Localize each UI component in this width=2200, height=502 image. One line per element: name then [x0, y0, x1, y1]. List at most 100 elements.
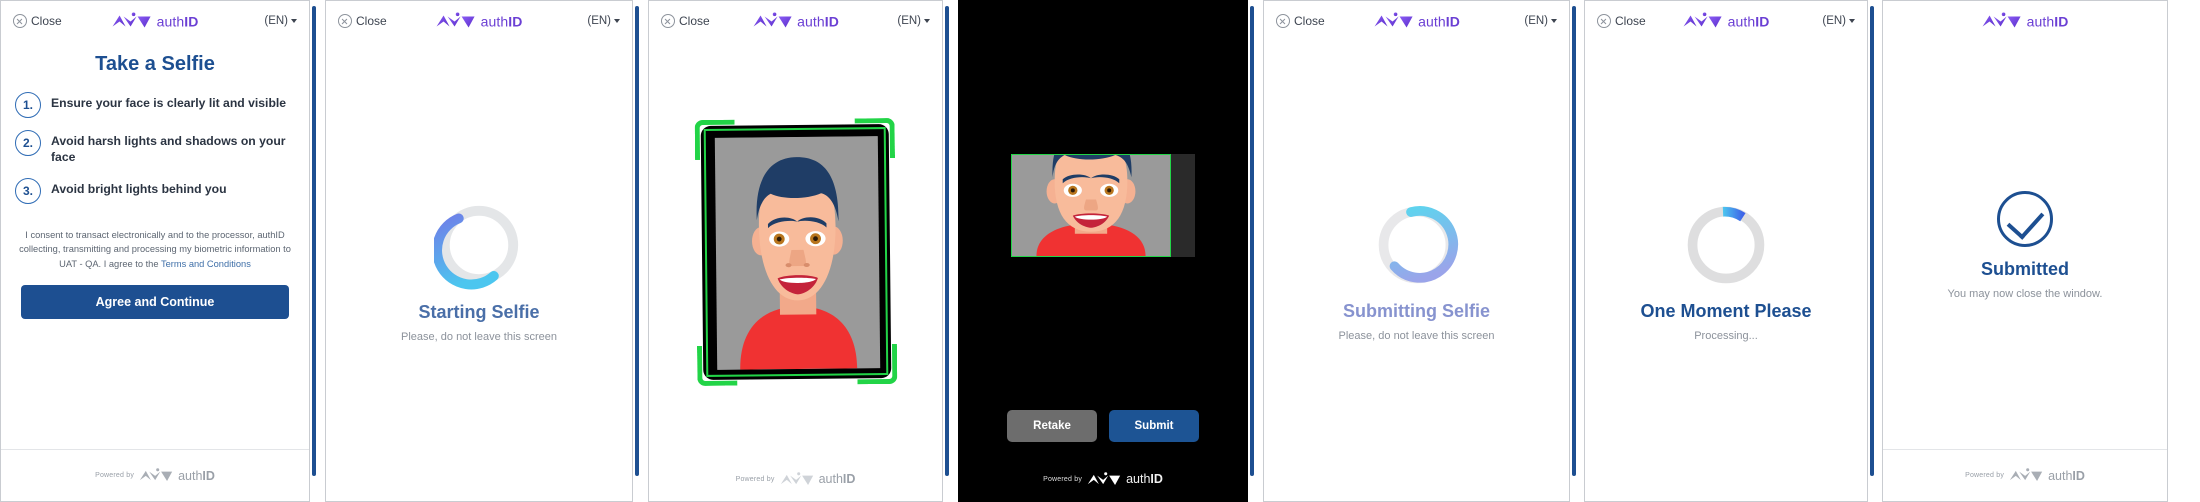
scrollbar[interactable]	[310, 0, 319, 502]
agree-and-continue-button[interactable]: Agree and Continue	[21, 285, 289, 320]
language-selector[interactable]: (EN)	[897, 15, 930, 27]
panel-instructions: Close authID (EN) Take a Selfie 1. Ensur…	[0, 0, 310, 502]
language-label: (EN)	[1524, 15, 1548, 27]
step-text: Avoid bright lights behind you	[51, 181, 227, 196]
scrollbar[interactable]	[943, 0, 952, 502]
loading-spinner	[434, 205, 519, 289]
authid-mark-icon	[1683, 12, 1722, 28]
language-selector[interactable]: (EN)	[1822, 15, 1855, 27]
language-selector[interactable]: (EN)	[1524, 15, 1557, 27]
circle-x-icon	[1597, 14, 1611, 28]
list-item: 2. Avoid harsh lights and shadows on you…	[15, 130, 295, 166]
step-text: Ensure your face is clearly lit and visi…	[51, 96, 287, 110]
panel-footer: Powered by authID	[1883, 449, 2167, 501]
authid-wordmark: authID	[1727, 13, 1770, 29]
close-button[interactable]: Close	[338, 14, 387, 28]
page-title: Take a Selfie	[95, 53, 215, 75]
screen-filmstrip: Close authID (EN) Take a Selfie 1. Ensur…	[0, 0, 2200, 502]
panel-review-photo: Retake Submit Powered by authID	[958, 0, 1248, 502]
close-label: Close	[356, 14, 387, 28]
status-title: Submitted	[1981, 258, 2069, 279]
authid-logo: authID	[112, 12, 199, 30]
authid-wordmark: authID	[818, 472, 856, 486]
panel-body: Submitting Selfie Please, do not leave t…	[1264, 41, 1569, 501]
chevron-down-icon	[1551, 19, 1557, 23]
status-title: One Moment Please	[1640, 300, 1812, 321]
circle-x-icon	[1276, 14, 1290, 28]
authid-mark-icon	[1374, 12, 1413, 28]
authid-wordmark: authID	[178, 468, 215, 483]
authid-wordmark: authID	[797, 13, 839, 29]
language-label: (EN)	[587, 15, 611, 27]
step-number: 1.	[15, 92, 41, 118]
close-label: Close	[679, 14, 710, 28]
close-label: Close	[1294, 14, 1325, 28]
list-item: 1. Ensure your face is clearly lit and v…	[15, 92, 295, 118]
panel-body: Starting Selfie Please, do not leave thi…	[326, 41, 632, 501]
powered-by-label: Powered by	[1965, 472, 2005, 479]
panel-submitted: authID Submitted You may now close the w…	[1882, 0, 2168, 502]
language-selector[interactable]: (EN)	[587, 15, 620, 27]
check-circle-icon	[1997, 190, 2053, 247]
authid-wordmark: authID	[1418, 13, 1460, 29]
circle-x-icon	[13, 14, 27, 28]
terms-link[interactable]: Terms and Conditions	[161, 259, 251, 269]
authid-mark-icon	[753, 12, 792, 28]
authid-wordmark: authID	[2048, 468, 2085, 483]
retake-button[interactable]: Retake	[1007, 410, 1097, 442]
scrollbar[interactable]	[633, 0, 642, 502]
scrollbar[interactable]	[1868, 0, 1877, 502]
close-button[interactable]: Close	[1276, 14, 1325, 28]
close-label: Close	[31, 14, 62, 28]
language-label: (EN)	[1822, 15, 1846, 27]
panel-body: Submitted You may now close the window.	[1883, 41, 2167, 449]
authid-logo: authID	[436, 12, 523, 30]
list-item: 3. Avoid bright lights behind you	[15, 177, 295, 204]
panel-footer: Powered by authID	[958, 456, 1248, 502]
authid-mark-icon	[139, 468, 173, 482]
close-button[interactable]: Close	[13, 14, 62, 28]
authid-mark-icon	[2009, 468, 2043, 482]
chevron-down-icon	[291, 19, 297, 23]
status-subtitle: Please, do not leave this screen	[1338, 329, 1495, 342]
panel-body: One Moment Please Processing...	[1585, 41, 1867, 501]
panel-body	[649, 41, 942, 457]
frame-corner-tr-icon	[854, 117, 895, 159]
scrollbar[interactable]	[1570, 0, 1579, 502]
panel-header: Close authID (EN)	[1, 1, 309, 41]
panel-submitting-selfie: Close authID (EN) Submitting Selfie Plea…	[1263, 0, 1570, 502]
instruction-list: 1. Ensure your face is clearly lit and v…	[15, 92, 295, 204]
loading-spinner	[1687, 206, 1765, 283]
panel-header: Close authID (EN)	[1264, 1, 1569, 41]
captured-photo	[1011, 153, 1195, 257]
close-button[interactable]: Close	[1597, 14, 1646, 28]
authid-wordmark: authID	[1126, 472, 1163, 486]
panel-starting-selfie: Close authID (EN) Starting Selfie Please…	[325, 0, 633, 502]
circle-x-icon	[338, 14, 352, 28]
camera-viewport	[694, 117, 897, 387]
circle-x-icon	[661, 14, 675, 28]
camera-feed	[714, 136, 880, 370]
step-number: 3.	[15, 177, 41, 204]
panel-footer: Powered by authID	[649, 457, 942, 501]
panel-header: authID	[1883, 1, 2167, 41]
chevron-down-icon	[924, 19, 930, 23]
panel-camera-capture: Close authID (EN) Powered by authID	[648, 0, 943, 502]
panel-header: Close authID (EN)	[326, 1, 632, 41]
authid-mark-icon	[1982, 12, 2021, 28]
close-button[interactable]: Close	[661, 14, 710, 28]
authid-mark-icon	[780, 471, 813, 485]
scrollbar[interactable]	[1248, 0, 1257, 502]
panel-footer: Powered by authID	[1, 449, 309, 501]
status-title: Starting Selfie	[418, 301, 540, 322]
step-number: 2.	[15, 130, 41, 156]
submit-button[interactable]: Submit	[1109, 410, 1199, 442]
powered-by-label: Powered by	[735, 475, 775, 483]
language-selector[interactable]: (EN)	[264, 15, 297, 27]
authid-mark-icon	[112, 12, 151, 28]
authid-wordmark: authID	[156, 13, 199, 29]
authid-logo: authID	[1373, 12, 1460, 30]
frame-corner-tl-icon	[694, 119, 735, 161]
panel-body: Retake Submit Powered by authID	[958, 0, 1248, 502]
chevron-down-icon	[614, 19, 620, 23]
